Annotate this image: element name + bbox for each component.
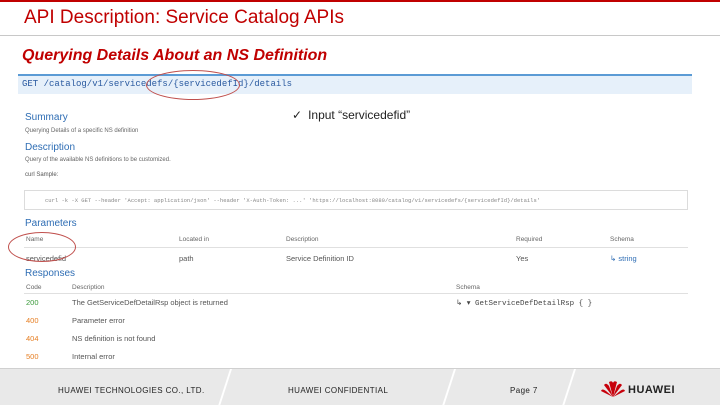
table-row: 200 The GetServiceDefDetailRsp object is…	[24, 294, 688, 312]
resp-description: Parameter error	[72, 316, 125, 325]
table-row: 400 Parameter error	[24, 312, 688, 330]
slide-subtitle: Querying Details About an NS Definition	[22, 47, 328, 64]
resp-description: The GetServiceDefDetailRsp object is ret…	[72, 298, 228, 307]
description-heading: Description	[25, 142, 76, 153]
logo-wordmark: HUAWEI	[628, 384, 675, 396]
curl-command: curl -k -X GET --header 'Accept: applica…	[45, 197, 541, 204]
footer-confidential: HUAWEI CONFIDENTIAL	[288, 386, 389, 395]
resp-description: Internal error	[72, 352, 115, 361]
table-row: 500 Internal error	[24, 348, 688, 366]
resp-col-description: Description	[72, 284, 105, 291]
resp-code: 500	[26, 352, 39, 361]
huawei-flower-icon	[601, 381, 625, 397]
summary-heading: Summary	[25, 112, 68, 123]
footer-divider	[217, 369, 233, 405]
responses-header-row: Code Description Schema	[24, 282, 688, 294]
param-col-description: Description	[286, 236, 319, 243]
param-located: path	[179, 254, 194, 263]
huawei-logo: HUAWEI	[600, 379, 680, 399]
parameters-table: Name Located in Description Required Sch…	[24, 234, 688, 270]
annotation-text: Input “servicedefid”	[308, 108, 411, 122]
footer-page-number: Page 7	[510, 386, 538, 395]
resp-col-schema: Schema	[456, 284, 480, 291]
resp-code: 200	[26, 298, 39, 307]
table-row: servicedefid path Service Definition ID …	[24, 248, 688, 270]
param-description: Service Definition ID	[286, 254, 354, 263]
description-text: Query of the available NS definitions to…	[25, 157, 171, 163]
param-col-schema: Schema	[610, 236, 634, 243]
highlight-circle-param	[8, 232, 76, 262]
responses-heading: Responses	[25, 268, 76, 279]
check-icon: ✓	[292, 108, 303, 122]
responses-table: Code Description Schema 200 The GetServi…	[24, 282, 688, 366]
footer-company: HUAWEI TECHNOLOGIES CO., LTD.	[58, 386, 205, 395]
slide-title: API Description: Service Catalog APIs	[24, 7, 344, 28]
summary-text: Querying Details of a specific NS defini…	[25, 128, 139, 134]
table-row: 404 NS definition is not found	[24, 330, 688, 348]
param-col-required: Required	[516, 236, 543, 243]
resp-code: 400	[26, 316, 39, 325]
footer-divider	[561, 369, 577, 405]
slide-footer: HUAWEI TECHNOLOGIES CO., LTD. HUAWEI CON…	[0, 368, 720, 405]
endpoint-bar[interactable]: GET /catalog/v1/servicedefs/{servicedefI…	[18, 74, 692, 94]
curl-sample-box[interactable]: curl -k -X GET --header 'Accept: applica…	[24, 190, 688, 210]
parameters-heading: Parameters	[25, 218, 77, 229]
resp-description: NS definition is not found	[72, 334, 156, 343]
curl-label: curl Sample:	[25, 172, 59, 178]
param-schema[interactable]: ↳ string	[610, 254, 637, 263]
input-annotation: ✓ Input “servicedefid”	[292, 108, 410, 122]
footer-divider	[441, 369, 457, 405]
param-required: Yes	[516, 254, 529, 263]
resp-col-code: Code	[26, 284, 42, 291]
highlight-circle-endpoint	[146, 70, 240, 100]
resp-schema[interactable]: ↳ ▾ GetServiceDefDetailRsp { }	[456, 298, 592, 308]
param-col-located: Located in	[179, 236, 209, 243]
title-top-rule	[0, 0, 720, 2]
slide-title-bar: API Description: Service Catalog APIs	[0, 0, 720, 36]
parameters-header-row: Name Located in Description Required Sch…	[24, 234, 688, 248]
resp-code: 404	[26, 334, 39, 343]
